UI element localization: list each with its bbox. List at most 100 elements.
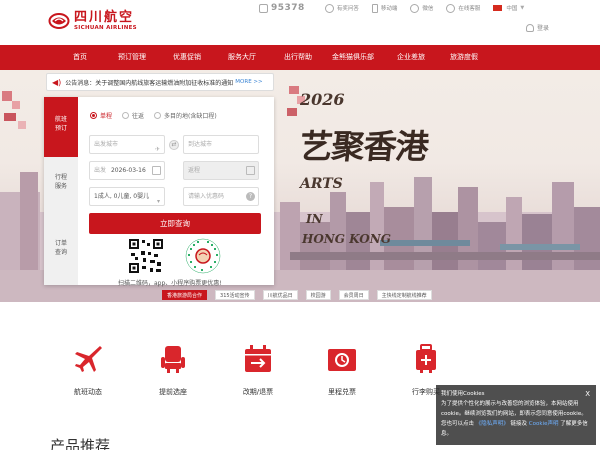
hero-tag[interactable]: 会员周日 bbox=[338, 290, 369, 300]
hero-year: 2026 bbox=[300, 90, 345, 109]
language-label: 中国 bbox=[506, 6, 518, 12]
calendar-icon bbox=[152, 166, 161, 175]
radio-dot bbox=[154, 112, 162, 119]
nav-item-service-hall[interactable]: 服务大厅 bbox=[222, 45, 262, 70]
trip-type-roundtrip[interactable]: 往返 bbox=[122, 111, 144, 120]
nav-item-booking[interactable]: 预订管理 bbox=[112, 45, 152, 70]
swap-cities-button[interactable]: ⇄ bbox=[169, 140, 179, 150]
notice-text: 公告消息：关于调整国内航线旅客运输燃油附加征收标准的通知 bbox=[65, 79, 234, 87]
hero-subtitle-line: ARTS bbox=[300, 176, 343, 192]
service-flight-status[interactable]: 航班动态 bbox=[60, 343, 116, 397]
nav-item-business-travel[interactable]: 企业差旅 bbox=[391, 45, 431, 70]
tab-order-query[interactable]: 订单查询 bbox=[44, 239, 78, 269]
chevron-down-icon: ▼ bbox=[520, 5, 525, 11]
mobile-icon bbox=[371, 3, 378, 13]
language-selector[interactable]: 中国 ▼ bbox=[493, 4, 524, 12]
top-link-service[interactable]: 在线客服 bbox=[446, 3, 480, 13]
trip-type-multicity[interactable]: 多目的地(含缺口程) bbox=[154, 111, 217, 120]
decor-pattern bbox=[2, 91, 26, 129]
miniprogram-qr-code bbox=[185, 238, 221, 274]
app-qr-code bbox=[128, 238, 164, 274]
tab-flight-booking[interactable]: 航班预订 bbox=[44, 97, 78, 157]
trip-type-label: 往返 bbox=[132, 113, 145, 120]
top-link-feedback[interactable]: 有奖问答 bbox=[324, 3, 359, 13]
service-mileage-redemption[interactable]: 里程兑票 bbox=[314, 343, 370, 397]
seat-icon bbox=[161, 346, 185, 373]
from-city-field[interactable]: 出发城市 ✈ bbox=[89, 135, 165, 154]
depart-label: 出发 bbox=[94, 167, 107, 174]
hero-title: 艺聚香港 bbox=[297, 127, 430, 166]
main-nav: 首页 预订管理 优惠促销 服务大厅 出行帮助 金熊猫俱乐部 企业差旅 旅游度假 bbox=[0, 45, 600, 70]
brand-logo[interactable]: 四川航空 SICHUAN AIRLINES bbox=[48, 11, 137, 32]
close-icon[interactable]: X bbox=[585, 389, 590, 399]
tab-trip-service[interactable]: 行程服务 bbox=[44, 173, 78, 203]
logo-mark-icon bbox=[48, 12, 70, 30]
service-change-refund[interactable]: 改期/退票 bbox=[230, 343, 286, 397]
section-title: 产品推荐 bbox=[50, 437, 111, 450]
privacy-link[interactable]: 《隐私声明》 bbox=[476, 421, 509, 427]
cookie-text: 链接及 bbox=[510, 421, 528, 427]
phone-icon bbox=[259, 3, 268, 13]
service-icon bbox=[446, 3, 456, 13]
feedback-icon bbox=[324, 3, 334, 13]
tab-label: 航班预订 bbox=[54, 116, 67, 132]
promo-code-field[interactable]: 请输入优惠码 ? bbox=[183, 187, 259, 206]
service-label: 里程兑票 bbox=[328, 388, 356, 396]
top-links: 95378 有奖问答 移动端 微信 在线客服 中国 ▼ bbox=[259, 3, 537, 13]
top-link-wechat[interactable]: 微信 bbox=[410, 3, 434, 13]
nav-item-travel-help[interactable]: 出行帮助 bbox=[278, 45, 318, 70]
login-link[interactable]: 登录 bbox=[526, 23, 549, 32]
ticket-icon bbox=[328, 349, 356, 371]
notice-bar[interactable]: ◀) 公告消息：关于调整国内航线旅客运输燃油附加征收标准的通知 MORE >> bbox=[46, 73, 274, 91]
hero-tag[interactable]: 315活动宣传 bbox=[215, 290, 255, 300]
passenger-selector[interactable]: 1成人, 0儿童, 0婴儿 ▾ bbox=[89, 187, 165, 206]
calendar-icon bbox=[245, 345, 271, 372]
help-icon[interactable]: ? bbox=[246, 192, 255, 201]
top-link-mobile[interactable]: 移动端 bbox=[371, 3, 398, 13]
hero-tag-strip: 香港旅游局合作 315活动宣传 川航优品日 校园游 会员周日 主快线定制航线推荐 bbox=[162, 290, 440, 300]
chevron-down-icon: ▾ bbox=[156, 198, 160, 205]
radio-dot bbox=[90, 112, 97, 119]
nav-item-promotions[interactable]: 优惠促销 bbox=[167, 45, 207, 70]
qr-caption: 扫描二维码，app、小程序购票更优惠! bbox=[118, 280, 222, 287]
wechat-icon bbox=[410, 3, 420, 13]
plane-icon bbox=[75, 346, 102, 372]
service-label: 改期/退票 bbox=[242, 388, 274, 396]
return-date-field[interactable]: 返程 bbox=[183, 161, 259, 180]
nav-item-panda-club[interactable]: 金熊猫俱乐部 bbox=[327, 45, 379, 70]
hero-subtitle-line: IN bbox=[306, 212, 323, 226]
user-icon bbox=[526, 23, 534, 32]
return-date-placeholder: 返程 bbox=[188, 167, 201, 174]
nav-item-vacation[interactable]: 旅游度假 bbox=[444, 45, 484, 70]
cookie-title: 我们使用Cookies bbox=[441, 391, 485, 397]
depart-date-value: 2026-03-16 bbox=[110, 167, 146, 174]
trip-type-oneway[interactable]: 单程 bbox=[90, 111, 112, 120]
cookie-banner: X 我们使用Cookies 为了提供个性化的展示与改善您的浏览体验，本网站使用c… bbox=[436, 385, 596, 445]
top-link-label: 微信 bbox=[422, 6, 434, 12]
hero-tag[interactable]: 川航优品日 bbox=[262, 290, 298, 300]
hero-tag[interactable]: 香港旅游局合作 bbox=[162, 290, 208, 300]
brand-name-cn: 四川航空 bbox=[74, 10, 135, 25]
cookie-body: 为了提供个性化的展示与改善您的浏览体验，本网站使用cookie。继续浏览我们的网… bbox=[441, 399, 591, 439]
speaker-icon: ◀) bbox=[52, 77, 62, 87]
depart-date-field[interactable]: 出发 2026-03-16 bbox=[89, 161, 165, 180]
passenger-count: 1成人, 0儿童, 0婴儿 bbox=[94, 193, 150, 200]
hero-tag[interactable]: 校园游 bbox=[305, 290, 331, 300]
to-city-field[interactable]: 到达城市 bbox=[183, 135, 259, 154]
notice-more-link[interactable]: MORE >> bbox=[235, 79, 262, 85]
login-label: 登录 bbox=[537, 25, 550, 32]
cookie-policy-link[interactable]: Cookie声明 bbox=[529, 421, 559, 427]
nav-item-home[interactable]: 首页 bbox=[60, 45, 100, 70]
from-city-placeholder: 出发城市 bbox=[94, 141, 119, 148]
trip-type-label: 多目的地(含缺口程) bbox=[164, 113, 217, 120]
tab-label: 行程服务 bbox=[54, 174, 67, 190]
service-seat-selection[interactable]: 提前选座 bbox=[145, 343, 201, 397]
to-city-placeholder: 到达城市 bbox=[188, 141, 213, 148]
hero-subtitle-line: HONG KONG bbox=[302, 232, 391, 246]
top-link-label: 移动端 bbox=[380, 6, 398, 12]
hotline[interactable]: 95378 bbox=[259, 3, 305, 13]
hero-tag[interactable]: 主快线定制航线推荐 bbox=[376, 290, 432, 300]
trip-type-label: 单程 bbox=[100, 113, 113, 120]
search-flights-button[interactable]: 立即查询 bbox=[89, 213, 261, 234]
promo-code-placeholder: 请输入优惠码 bbox=[188, 193, 225, 200]
